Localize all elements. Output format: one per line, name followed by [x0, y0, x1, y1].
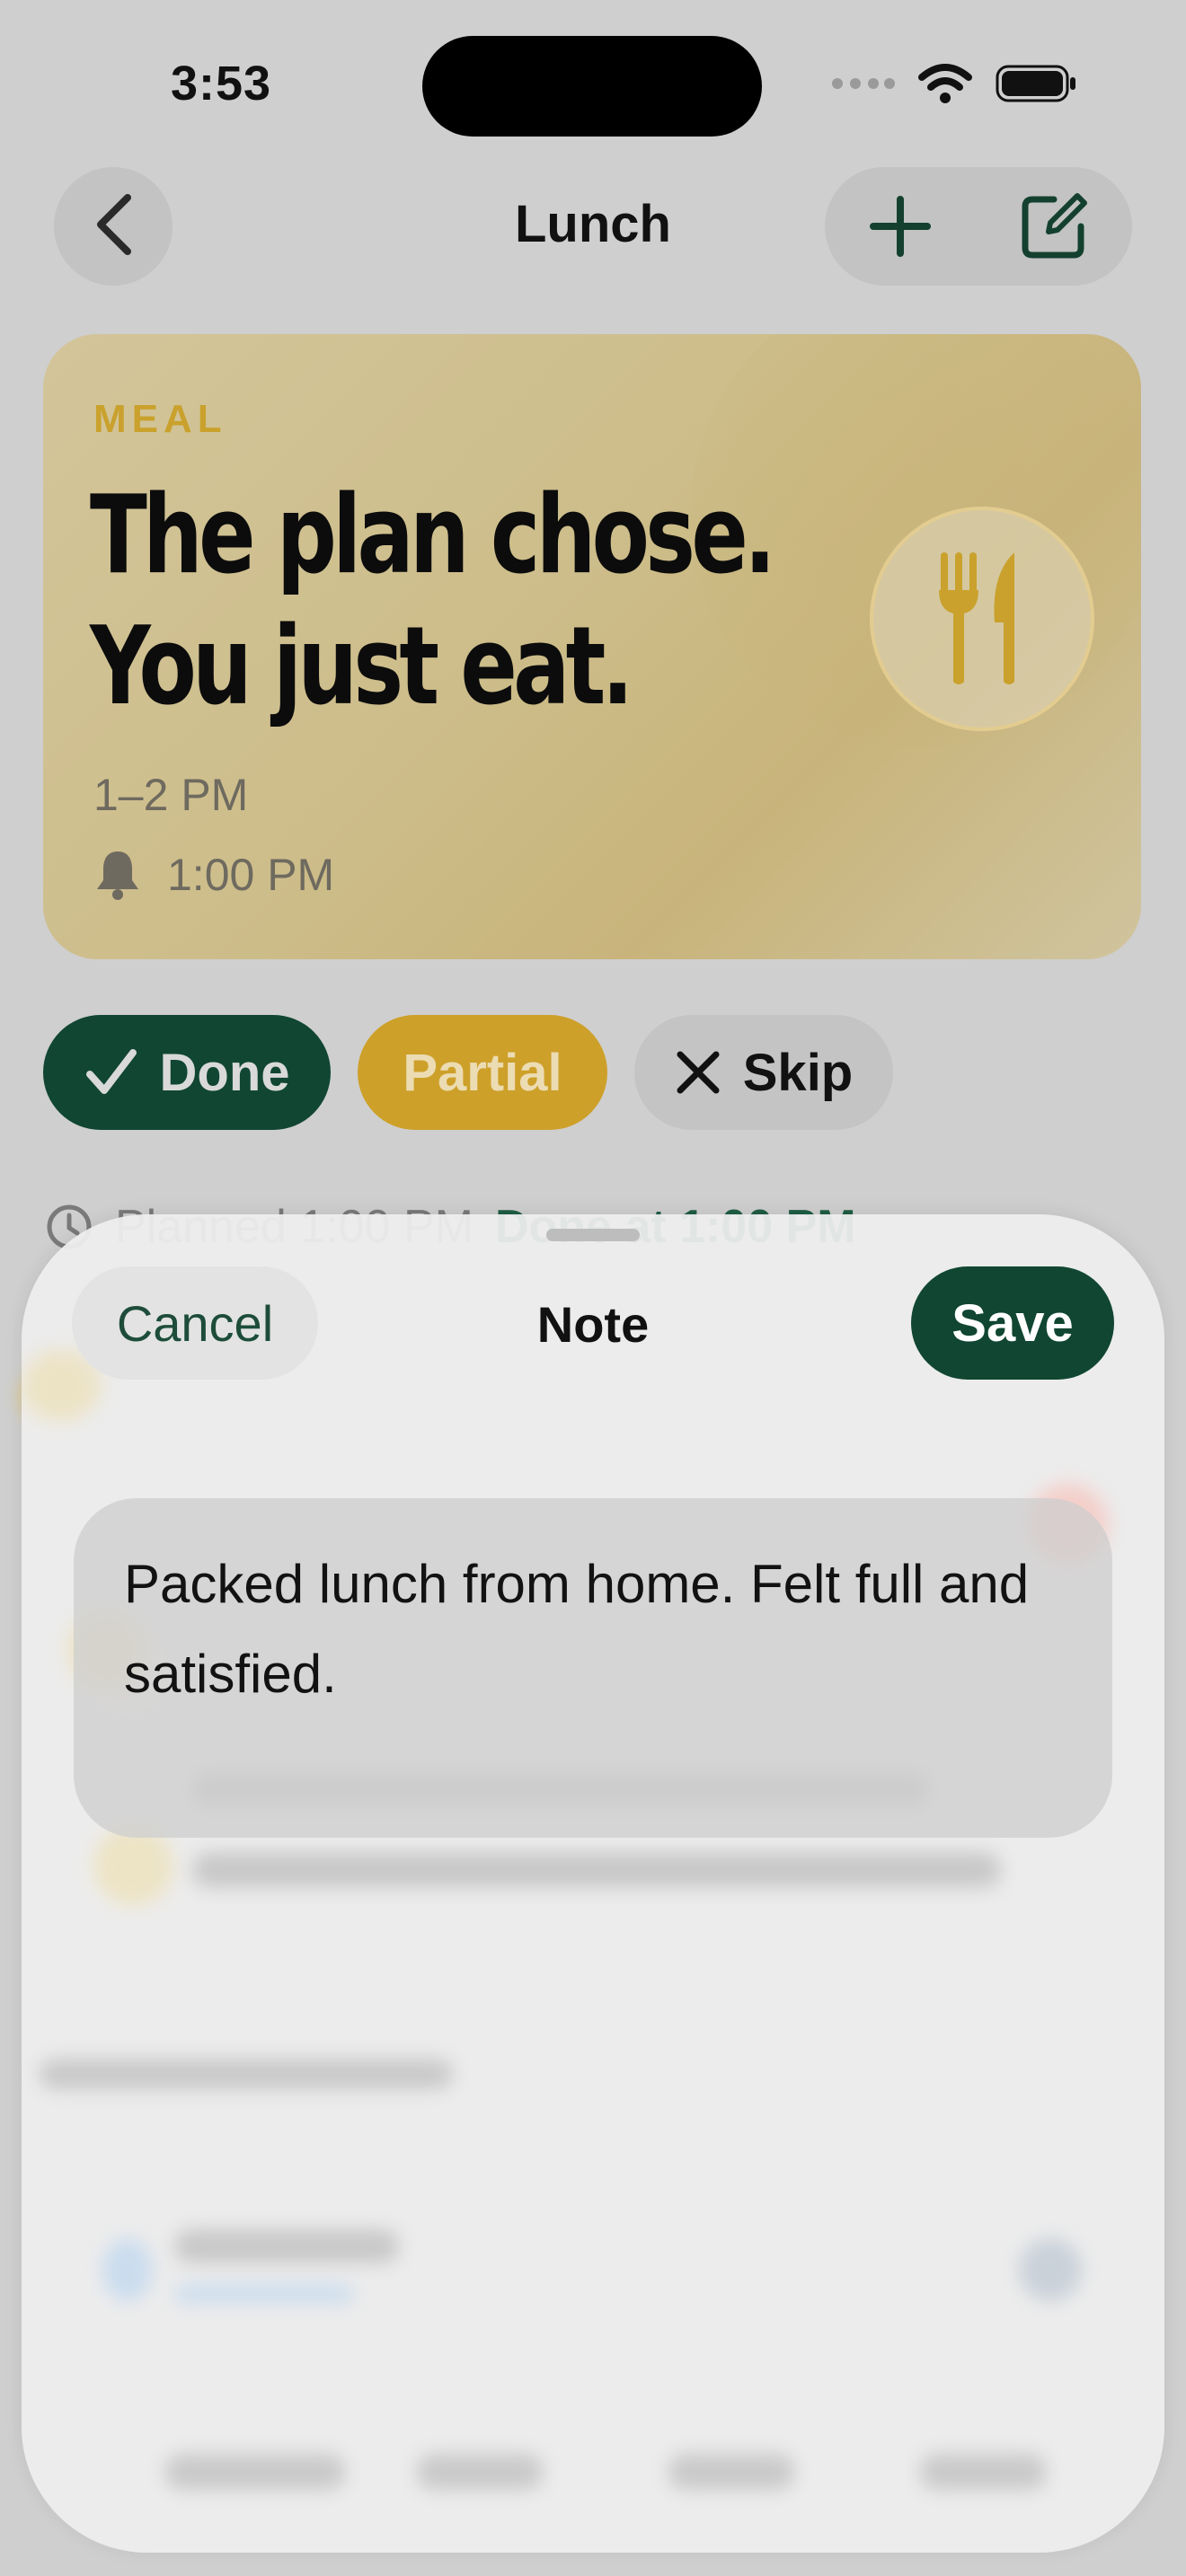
partial-label: Partial [403, 1043, 562, 1102]
ghost-bar [174, 2285, 354, 2303]
reminder-time: 1:00 PM [167, 850, 335, 900]
ghost-dot [102, 2238, 153, 2301]
skip-chip[interactable]: Skip [634, 1015, 893, 1130]
meal-kicker: MEAL [93, 397, 227, 441]
meal-headline: The plan chose. You just eat. [90, 471, 863, 733]
xmark-icon [675, 1049, 721, 1096]
note-sheet: Cancel Note Save Packed lunch from home.… [22, 1214, 1164, 2553]
meal-reminder: 1:00 PM [93, 848, 334, 902]
headline-line-2: You just eat. [90, 604, 633, 729]
ghost-bar [40, 2059, 453, 2089]
meal-icon-badge [870, 507, 1094, 731]
ghost-bar [165, 2454, 345, 2490]
ghost-dot [1019, 2238, 1082, 2301]
ghost-bar [417, 2454, 543, 2490]
dynamic-island [422, 36, 762, 137]
status-icons [830, 63, 1078, 109]
meal-card: MEAL The plan chose. You just eat. 1–2 P… [43, 334, 1141, 959]
note-text-field[interactable]: Packed lunch from home. Felt full and sa… [74, 1498, 1112, 1838]
fork-knife-icon [928, 547, 1036, 691]
battery-icon [996, 63, 1078, 109]
checkmark-icon [84, 1047, 138, 1098]
nav-actions [825, 167, 1132, 286]
sheet-grabber[interactable] [546, 1229, 640, 1241]
status-time: 3:53 [171, 57, 272, 110]
ghost-bar [920, 2454, 1046, 2490]
compose-icon[interactable] [1018, 190, 1090, 262]
signal-icon [830, 76, 895, 95]
wifi-icon [918, 63, 972, 109]
ghost-bar [192, 1852, 1001, 1888]
save-button[interactable]: Save [911, 1266, 1114, 1380]
meal-time-window: 1–2 PM [93, 770, 249, 820]
app-screen: 3:53 Lunch MEAL The plan chose. You just… [0, 0, 1186, 2576]
skip-label: Skip [742, 1043, 854, 1102]
ghost-bar [174, 2229, 399, 2263]
partial-chip[interactable]: Partial [358, 1015, 607, 1130]
plus-icon[interactable] [868, 194, 933, 259]
bell-icon [93, 848, 142, 902]
ghost-bar [668, 2454, 794, 2490]
headline-line-1: The plan chose. [90, 473, 776, 598]
done-label: Done [159, 1043, 290, 1102]
done-chip[interactable]: Done [43, 1015, 331, 1130]
